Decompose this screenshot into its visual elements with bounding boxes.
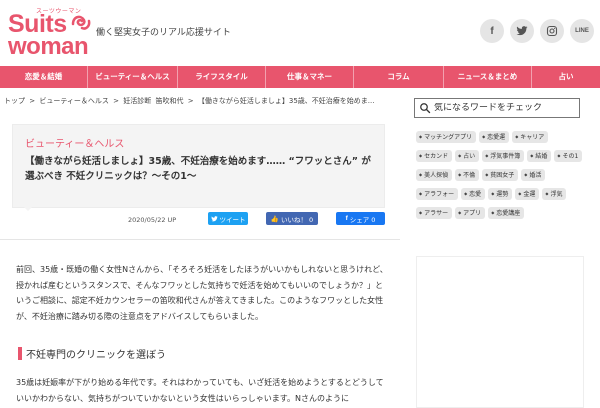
tag-cloud: マッチングアプリ 恋愛運 キャリア セカンド 占い 浮気事件簿 結婚 その1 美…	[416, 131, 588, 226]
tag-item[interactable]: 美人探偵	[416, 169, 453, 181]
tag-item[interactable]: 占い	[455, 150, 480, 162]
nav-item-beauty-health[interactable]: ビューティー＆ヘルス	[88, 66, 178, 88]
article-date: 2020/05/22 UP	[128, 216, 176, 224]
article-date-suffix: UP	[167, 216, 177, 224]
tag-item[interactable]: 恋愛運	[479, 131, 510, 143]
site-header: スーツウーマン Suits woman 働く堅実女子のリアル応援サイト f LI…	[0, 0, 600, 66]
instagram-icon[interactable]	[540, 19, 564, 43]
sidebar-ad-slot	[416, 256, 584, 408]
tag-item[interactable]: 貧困女子	[482, 169, 519, 181]
breadcrumb-separator: >	[29, 97, 36, 105]
tag-item[interactable]: 不倫	[455, 169, 480, 181]
tag-item[interactable]: 恋愛	[461, 188, 486, 200]
twitter-bird-icon	[516, 26, 528, 36]
like-button-label: いいね！ 0	[280, 215, 314, 224]
tag-item[interactable]: 運勢	[488, 188, 513, 200]
content-divider	[0, 239, 400, 240]
article-title: 【働きながら妊活しましょ】35歳、不妊治療を始めます…… “フワッとさん” が …	[25, 156, 371, 182]
tag-item[interactable]: 浮気	[542, 188, 567, 200]
tag-item[interactable]: アプリ	[455, 207, 486, 219]
article-date-value: 2020/05/22	[128, 216, 166, 224]
tweet-button-label: ツイート	[219, 215, 246, 224]
site-tagline: 働く堅実女子のリアル応援サイト	[96, 28, 231, 38]
facebook-icon[interactable]: f	[480, 19, 504, 43]
tag-item[interactable]: その1	[554, 150, 583, 162]
main-nav: 恋愛＆結婚 ビューティー＆ヘルス ライフスタイル 仕事＆マネー コラム ニュース…	[0, 66, 600, 88]
tag-item[interactable]: 結婚	[527, 150, 552, 162]
article-paragraph: 前回、35歳・既婚の働く女性Nさんから、「そろそろ妊活をしたほうがいいかもしれな…	[16, 265, 388, 321]
section-heading: 不妊専門のクリニックを選ぼう	[18, 346, 166, 361]
breadcrumb-separator: >	[187, 97, 194, 105]
tag-item[interactable]: 金運	[515, 188, 540, 200]
search-icon[interactable]	[419, 102, 431, 114]
thumbs-up-icon: 👍	[270, 214, 279, 223]
nav-item-lifestyle[interactable]: ライフスタイル	[178, 66, 266, 88]
line-icon[interactable]: LINE	[570, 19, 594, 43]
breadcrumb-separator: >	[113, 97, 120, 105]
tag-item[interactable]: 浮気事件簿	[482, 150, 525, 162]
tweet-button[interactable]: ツイート	[208, 212, 248, 225]
heading-accent-bar	[18, 346, 22, 360]
facebook-share-button[interactable]: f シェア 0	[336, 212, 385, 225]
share-button-label: シェア 0	[349, 215, 376, 224]
facebook-icon: f	[345, 215, 348, 222]
tag-item[interactable]: 婚活	[521, 169, 546, 181]
breadcrumb-tag[interactable]: 妊活診断	[123, 97, 151, 105]
tag-item[interactable]: マッチングアプリ	[416, 131, 477, 143]
twitter-icon	[210, 215, 218, 221]
tag-item[interactable]: アラサー	[416, 207, 453, 219]
article-category[interactable]: ビューティー＆ヘルス	[25, 135, 124, 150]
article-paragraph-2: 35歳は妊娠率が下がり始める年代です。それはわかっていても、いざ妊活を始めようと…	[16, 378, 384, 403]
nav-item-fortune[interactable]: 占い	[532, 66, 600, 88]
instagram-camera-icon	[546, 25, 558, 37]
tag-item[interactable]: アラフォー	[416, 188, 459, 200]
logo-swirl-icon	[71, 15, 91, 30]
article-header-box: ビューティー＆ヘルス 【働きながら妊活しましょ】35歳、不妊治療を始めます…… …	[12, 124, 385, 208]
nav-item-news[interactable]: ニュース＆まとめ	[444, 66, 532, 88]
breadcrumb-author[interactable]: 笛吹和代	[156, 97, 184, 105]
nav-item-work-money[interactable]: 仕事＆マネー	[266, 66, 354, 88]
search-input[interactable]	[434, 103, 574, 113]
nav-item-column[interactable]: コラム	[354, 66, 444, 88]
breadcrumb-current: 【働きながら妊活しましょ】35歳、不妊治療を始めま...	[197, 97, 375, 105]
tag-item[interactable]: 恋愛講座	[488, 207, 525, 219]
tag-item[interactable]: キャリア	[512, 131, 549, 143]
twitter-icon[interactable]	[510, 19, 534, 43]
sidebar-search	[414, 98, 580, 118]
header-box-notch	[22, 205, 34, 211]
breadcrumb-home[interactable]: トップ	[4, 97, 25, 105]
breadcrumb: トップ > ビューティー＆ヘルス > 妊活診断 笛吹和代 > 【働きながら妊活し…	[4, 96, 404, 110]
site-logo[interactable]: スーツウーマン Suits woman	[8, 6, 92, 60]
nav-item-love-marriage[interactable]: 恋愛＆結婚	[0, 66, 88, 88]
logo-text-woman: woman	[8, 33, 89, 60]
section-heading-text: 不妊専門のクリニックを選ぼう	[26, 349, 166, 361]
tag-item[interactable]: セカンド	[416, 150, 453, 162]
breadcrumb-category[interactable]: ビューティー＆ヘルス	[39, 97, 109, 105]
facebook-like-button[interactable]: 👍 いいね！ 0	[266, 212, 318, 225]
